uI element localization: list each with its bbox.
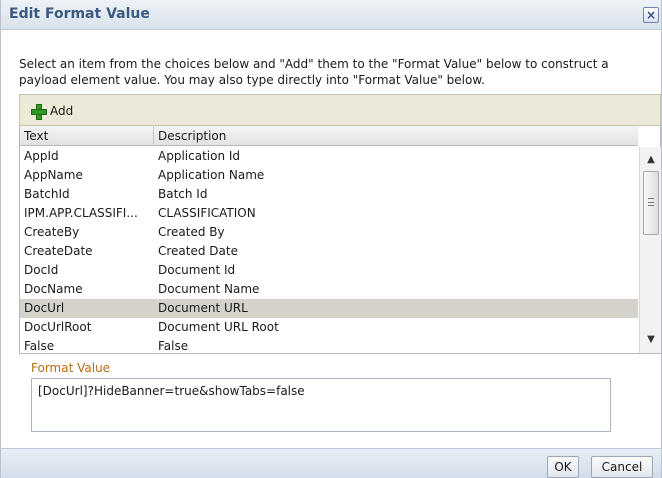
row-description: Document URL: [158, 301, 248, 315]
scroll-down-arrow-icon[interactable]: ▼: [644, 333, 658, 347]
choices-table: Text Description AppId Application Id Ap…: [19, 126, 661, 354]
cancel-button[interactable]: Cancel: [591, 456, 653, 478]
row-text: CreateDate: [24, 244, 93, 258]
table-header: Text Description: [20, 126, 638, 146]
close-icon[interactable]: ×: [643, 7, 659, 23]
scrollbar-thumb[interactable]: [643, 171, 659, 235]
row-text: DocId: [24, 263, 59, 277]
row-description: Document Name: [158, 282, 260, 296]
table-scrollbar[interactable]: ▲ ▼: [639, 147, 661, 353]
row-text: DocUrlRoot: [24, 320, 92, 334]
choices-toolbar: Add: [19, 94, 661, 126]
table-row[interactable]: CreateBy Created By: [20, 223, 638, 242]
table-row[interactable]: CreateDate Created Date: [20, 242, 638, 261]
row-description: Created By: [158, 225, 225, 239]
row-description: Application Id: [158, 149, 241, 163]
row-description: CLASSIFICATION: [158, 206, 256, 220]
row-description: False: [158, 339, 189, 353]
dialog-titlebar: Edit Format Value ×: [1, 0, 661, 30]
row-text: False: [24, 339, 55, 353]
add-button[interactable]: Add: [30, 101, 73, 121]
table-row[interactable]: IPM.APP.CLASSIFI... CLASSIFICATION: [20, 204, 638, 223]
add-button-label: Add: [50, 104, 74, 118]
table-row[interactable]: AppName Application Name: [20, 166, 638, 185]
table-body: AppId Application Id AppName Application…: [20, 147, 638, 353]
table-row[interactable]: DocName Document Name: [20, 280, 638, 299]
format-value-label: Format Value: [31, 361, 111, 375]
row-description: Batch Id: [158, 187, 208, 201]
table-row[interactable]: DocUrlRoot Document URL Root: [20, 318, 638, 337]
dialog-footer: OK Cancel: [1, 448, 661, 478]
dialog-title: Edit Format Value: [9, 6, 150, 22]
row-description: Document Id: [158, 263, 236, 277]
plus-icon: [30, 103, 47, 120]
table-row[interactable]: False False: [20, 337, 638, 353]
scroll-up-arrow-icon[interactable]: ▲: [644, 153, 658, 167]
row-text: DocName: [24, 282, 83, 296]
column-header-text[interactable]: Text: [20, 126, 154, 146]
row-text: IPM.APP.CLASSIFI...: [24, 206, 138, 220]
grip-icon: [648, 198, 654, 206]
row-text: CreateBy: [24, 225, 80, 239]
column-header-description[interactable]: Description: [154, 126, 638, 146]
instructions-text: Select an item from the choices below an…: [19, 57, 609, 87]
row-text: AppName: [24, 168, 83, 182]
table-row[interactable]: DocId Document Id: [20, 261, 638, 280]
row-description: Created Date: [158, 244, 238, 258]
row-description: Document URL Root: [158, 320, 279, 334]
row-text: BatchId: [24, 187, 70, 201]
ok-button[interactable]: OK: [547, 456, 579, 478]
row-description: Application Name: [158, 168, 265, 182]
edit-format-value-dialog: Edit Format Value × Select an item from …: [0, 0, 662, 478]
row-text: AppId: [24, 149, 59, 163]
row-text: DocUrl: [24, 301, 65, 315]
format-value-input[interactable]: [DocUrl]?HideBanner=true&showTabs=false: [31, 378, 611, 432]
table-row-selected[interactable]: DocUrl Document URL: [20, 299, 638, 318]
table-row[interactable]: AppId Application Id: [20, 147, 638, 166]
table-row[interactable]: BatchId Batch Id: [20, 185, 638, 204]
